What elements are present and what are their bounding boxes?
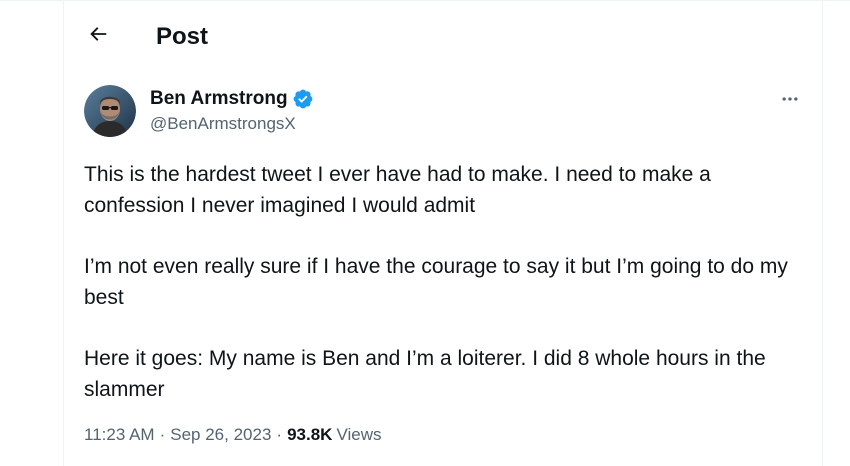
author-names: Ben Armstrong @BenArmstrongsX <box>150 87 314 136</box>
verified-badge-icon <box>293 89 312 109</box>
tweet-paragraph: I’m not even really sure if I have the c… <box>84 255 788 309</box>
avatar-photo <box>84 85 136 137</box>
views-label: Views <box>336 425 382 444</box>
back-button[interactable] <box>82 18 114 50</box>
author-row: Ben Armstrong @BenArmstrongsX <box>84 85 808 137</box>
meta-separator: · <box>276 425 283 444</box>
page-title: Post <box>156 23 209 50</box>
tweet-time[interactable]: 11:23 AM <box>84 423 155 447</box>
tweet-paragraph: This is the hardest tweet I ever have ha… <box>84 163 711 217</box>
tweet-date[interactable]: Sep 26, 2023 <box>170 423 271 447</box>
more-options-button[interactable] <box>774 87 806 111</box>
arrow-left-icon <box>90 27 107 41</box>
display-name-row: Ben Armstrong <box>150 87 314 111</box>
tweet-paragraph: Here it goes: My name is Ben and I’m a l… <box>84 347 766 401</box>
more-horizontal-icon <box>782 97 798 101</box>
display-name[interactable]: Ben Armstrong <box>150 87 288 111</box>
author-handle[interactable]: @BenArmstrongsX <box>150 112 314 136</box>
post-page: Post Ben Armstrong @BenArmstrongsX This … <box>0 0 850 466</box>
views-count: 93.8K <box>287 425 333 444</box>
column-divider-right <box>822 1 823 466</box>
tweet-text: This is the hardest tweet I ever have ha… <box>84 159 804 405</box>
column-divider-left <box>63 1 64 466</box>
meta-separator: · <box>159 425 166 444</box>
page-header: Post <box>64 2 822 66</box>
tweet-metadata: 11:23 AM · Sep 26, 2023 · 93.8K Views <box>84 423 382 447</box>
avatar[interactable] <box>84 85 136 137</box>
